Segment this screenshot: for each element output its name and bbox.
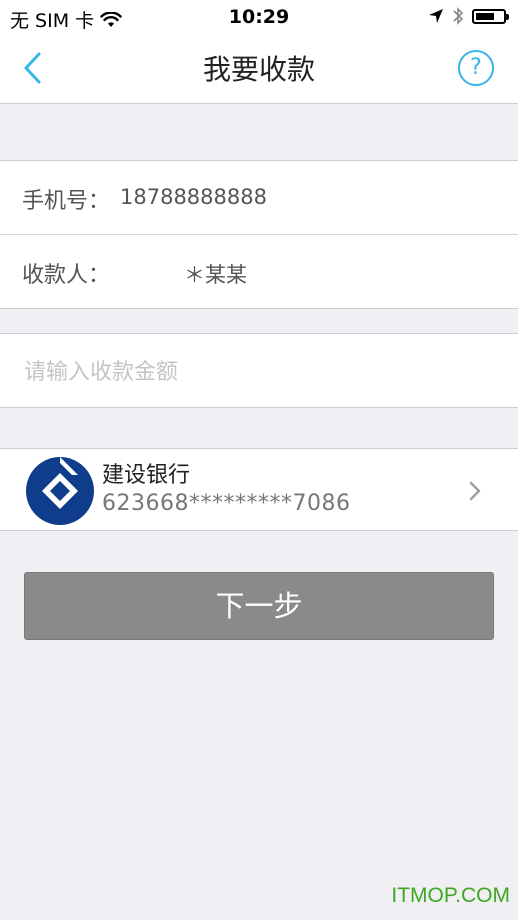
amount-input[interactable] bbox=[22, 352, 496, 392]
ccb-bank-logo-icon bbox=[26, 457, 94, 525]
battery-level bbox=[476, 12, 495, 20]
bluetooth-icon bbox=[453, 7, 464, 25]
bank-card-number: 623668*********7086 bbox=[102, 491, 351, 516]
phone-value: 18788888888 bbox=[120, 185, 267, 209]
next-step-button[interactable]: 下一步 bbox=[24, 572, 494, 640]
phone-row: 手机号： 18788888888 bbox=[0, 161, 518, 234]
payee-name-row: 收款人： ＊某某 bbox=[0, 234, 518, 308]
status-right bbox=[428, 6, 509, 26]
page-title: 我要收款 bbox=[202, 53, 315, 86]
navigation-bar: 我要收款 ? bbox=[0, 34, 518, 104]
phone-label: 手机号： bbox=[22, 189, 111, 214]
battery-icon bbox=[472, 8, 509, 24]
bank-card-selector[interactable]: 建设银行 623668*********7086 bbox=[0, 448, 518, 531]
watermark: ITMOP.COM bbox=[391, 884, 510, 907]
payee-name-value: ＊某某 bbox=[184, 263, 247, 287]
location-arrow-icon bbox=[429, 9, 443, 23]
chevron-right-icon bbox=[469, 481, 481, 501]
amount-card bbox=[0, 333, 518, 408]
payee-name-label: 收款人： bbox=[22, 263, 111, 288]
help-icon[interactable]: ? bbox=[458, 50, 494, 86]
payee-card: 手机号： 18788888888 收款人： ＊某某 bbox=[0, 160, 518, 309]
status-bar: 无 SIM 卡 10:29 bbox=[0, 0, 518, 34]
bank-name: 建设银行 bbox=[102, 463, 191, 488]
